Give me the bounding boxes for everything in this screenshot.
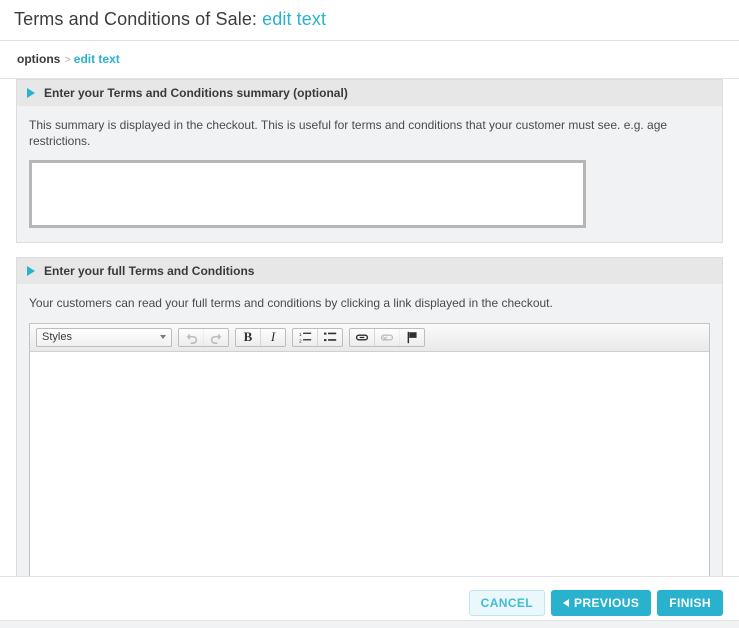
italic-button[interactable]: I <box>261 329 285 346</box>
section-summary: Enter your Terms and Conditions summary … <box>16 79 723 244</box>
breadcrumb: options > edit text <box>0 41 739 79</box>
editor-toolbar: Styles B I 1 2 <box>30 323 709 352</box>
arrow-left-icon <box>563 598 570 607</box>
svg-text:1: 1 <box>299 331 302 337</box>
text-format-button-group: B I <box>235 327 286 347</box>
expand-triangle-icon[interactable] <box>27 88 35 98</box>
undo-icon[interactable] <box>179 328 204 346</box>
rich-text-editor: Styles B I 1 2 <box>29 322 710 612</box>
numbered-list-icon[interactable]: 1 2 <box>293 328 318 346</box>
previous-button-label: PREVIOUS <box>574 595 640 610</box>
previous-button[interactable]: PREVIOUS <box>551 589 652 616</box>
page-title-prefix: Terms and Conditions of Sale: <box>14 9 258 29</box>
editor-content-area[interactable] <box>30 351 709 590</box>
section-full-terms: Enter your full Terms and Conditions You… <box>16 257 723 627</box>
anchor-flag-icon[interactable] <box>400 329 424 346</box>
breadcrumb-separator: > <box>64 54 71 66</box>
bold-button[interactable]: B <box>236 328 261 346</box>
link-button-group <box>349 327 425 347</box>
section-summary-description: This summary is displayed in the checkou… <box>29 118 668 149</box>
section-summary-header[interactable]: Enter your Terms and Conditions summary … <box>16 79 723 106</box>
history-button-group <box>178 327 229 347</box>
finish-button[interactable]: FINISH <box>657 589 723 616</box>
redo-icon[interactable] <box>204 329 228 346</box>
footer-actions: CANCEL PREVIOUS FINISH <box>0 576 739 628</box>
section-full-terms-heading: Enter your full Terms and Conditions <box>44 264 255 279</box>
section-summary-heading: Enter your Terms and Conditions summary … <box>44 86 348 100</box>
svg-text:2: 2 <box>299 338 302 344</box>
bulleted-list-icon[interactable] <box>318 329 342 346</box>
section-full-terms-header[interactable]: Enter your full Terms and Conditions <box>16 257 723 285</box>
section-full-terms-description: Your customers can read your full terms … <box>29 296 553 311</box>
link-icon[interactable] <box>350 328 375 346</box>
summary-textarea[interactable] <box>29 160 586 229</box>
chevron-down-icon <box>160 335 166 340</box>
cancel-button[interactable]: CANCEL <box>468 589 546 616</box>
styles-dropdown-label: Styles <box>42 331 72 344</box>
breadcrumb-item-edit-text[interactable]: edit text <box>74 52 120 66</box>
page-title: Terms and Conditions of Sale: edit text <box>14 9 725 30</box>
breadcrumb-item-options[interactable]: options <box>17 52 60 66</box>
section-summary-body: This summary is displayed in the checkou… <box>16 106 723 244</box>
bottom-strip <box>0 620 739 628</box>
page-header: Terms and Conditions of Sale: edit text <box>0 0 739 41</box>
list-button-group: 1 2 <box>292 327 343 347</box>
page-title-edit-link[interactable]: edit text <box>262 9 326 29</box>
unlink-icon[interactable] <box>375 328 400 346</box>
styles-dropdown[interactable]: Styles <box>36 327 172 347</box>
expand-triangle-icon[interactable] <box>27 266 35 277</box>
